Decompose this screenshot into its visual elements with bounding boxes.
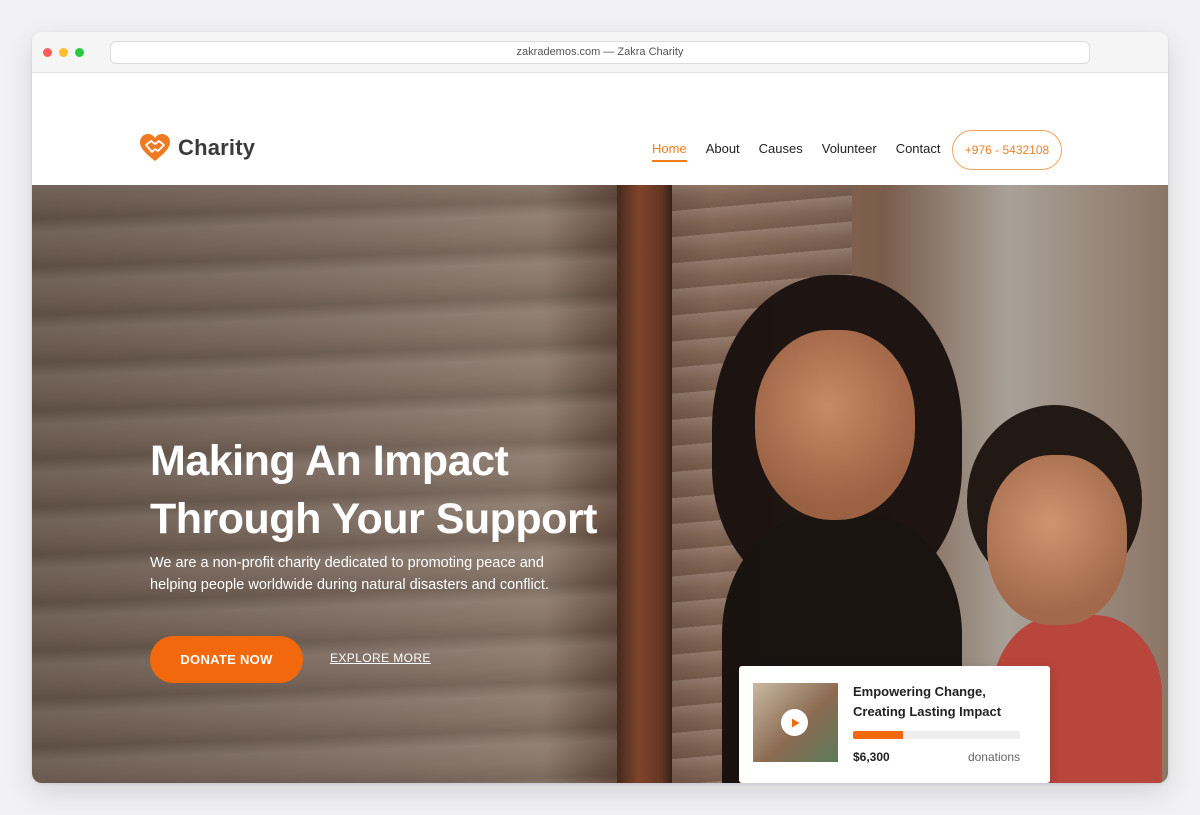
donate-now-button[interactable]: DONATE NOW: [150, 636, 303, 683]
explore-more-link[interactable]: EXPLORE MORE: [330, 651, 431, 665]
heart-handshake-icon: [140, 134, 170, 161]
main-nav: Home About Causes Volunteer Contact: [652, 141, 960, 162]
campaign-card: Empowering Change, Creating Lasting Impa…: [739, 666, 1050, 783]
hero-title-line2: Through Your Support: [150, 495, 598, 543]
campaign-title-line1: Empowering Change,: [853, 684, 986, 699]
nav-item-contact[interactable]: Contact: [896, 141, 941, 160]
donation-progress-fill: [853, 731, 904, 739]
minimize-window-button[interactable]: [59, 48, 68, 57]
hero-title: Making An Impact Through Your Support: [150, 432, 670, 548]
maximize-window-button[interactable]: [75, 48, 84, 57]
browser-titlebar: zakrademos.com — Zakra Charity: [32, 32, 1168, 73]
donation-progress-bar: [853, 731, 1020, 739]
nav-item-causes[interactable]: Causes: [759, 141, 803, 160]
hero-title-line1: Making An Impact: [150, 437, 509, 485]
donation-amount: $6,300: [853, 750, 890, 764]
nav-item-volunteer[interactable]: Volunteer: [822, 141, 877, 160]
nav-item-about[interactable]: About: [706, 141, 740, 160]
campaign-title-line2: Creating Lasting Impact: [853, 704, 1002, 719]
address-bar[interactable]: zakrademos.com — Zakra Charity: [110, 41, 1090, 64]
campaign-video-thumbnail[interactable]: [753, 683, 838, 762]
play-icon[interactable]: [781, 709, 808, 736]
donation-label: donations: [967, 750, 1020, 764]
campaign-title[interactable]: Empowering Change, Creating Lasting Impa…: [853, 682, 1038, 722]
hero-subtitle-line1: We are a non-profit charity dedicated to…: [150, 555, 544, 571]
hero-section: Making An Impact Through Your Support We…: [32, 185, 1168, 783]
hero-subtitle: We are a non-profit charity dedicated to…: [150, 552, 580, 596]
hero-subtitle-line2: helping people worldwide during natural …: [150, 577, 549, 593]
browser-window: zakrademos.com — Zakra Charity Charity H…: [32, 32, 1168, 783]
logo-text: Charity: [178, 135, 256, 160]
site-logo[interactable]: Charity: [139, 133, 255, 163]
phone-button[interactable]: +976 - 5432108: [952, 130, 1062, 170]
site-header: Charity Home About Causes Volunteer Cont…: [32, 73, 1168, 185]
nav-item-home[interactable]: Home: [652, 141, 687, 162]
close-window-button[interactable]: [43, 48, 52, 57]
